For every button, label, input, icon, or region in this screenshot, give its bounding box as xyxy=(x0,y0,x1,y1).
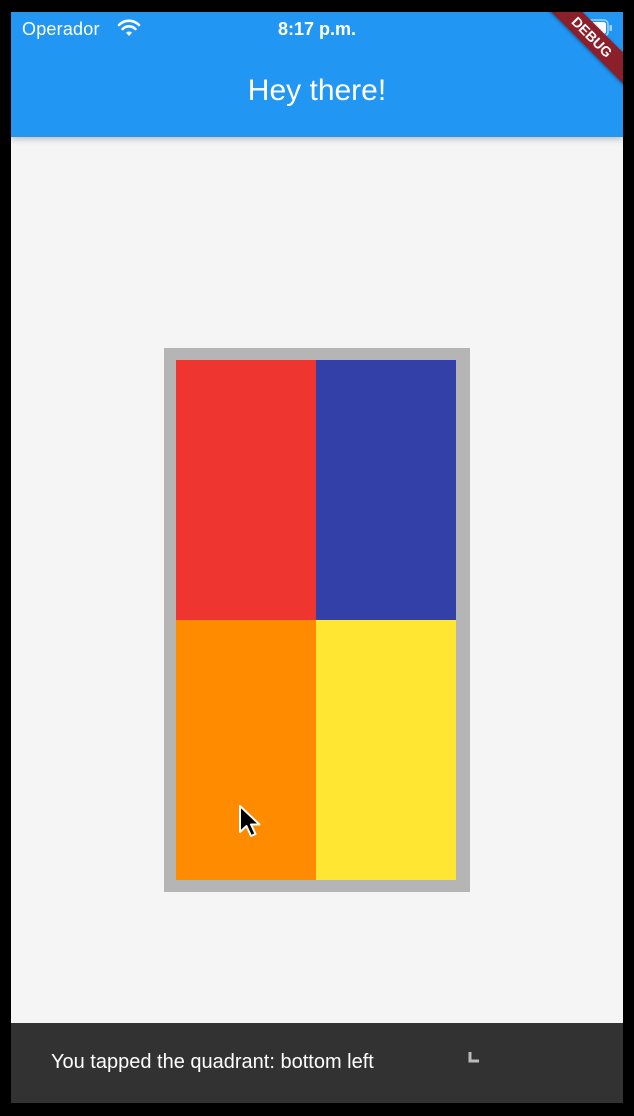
corner-mark-icon xyxy=(468,1052,479,1063)
app-bar: Operador 8:17 p.m. Hey there! xyxy=(11,12,623,137)
status-bar: Operador 8:17 p.m. xyxy=(11,12,623,48)
quadrant-bottom-right[interactable] xyxy=(316,620,456,880)
quadrant-top-left[interactable] xyxy=(176,360,316,620)
quadrant-frame xyxy=(164,348,470,892)
status-time: 8:17 p.m. xyxy=(277,19,357,39)
snackbar: You tapped the quadrant: bottom left xyxy=(11,1023,623,1103)
mouse-cursor-icon xyxy=(239,805,261,837)
snackbar-message: You tapped the quadrant: bottom left xyxy=(51,1051,374,1073)
app-screen: Operador 8:17 p.m. Hey there! DEBUG You … xyxy=(11,12,623,1103)
page-title: Hey there! xyxy=(247,74,387,107)
quadrant-bottom-left[interactable] xyxy=(176,620,316,880)
quadrant-grid xyxy=(176,360,456,880)
quadrant-top-right[interactable] xyxy=(316,360,456,620)
